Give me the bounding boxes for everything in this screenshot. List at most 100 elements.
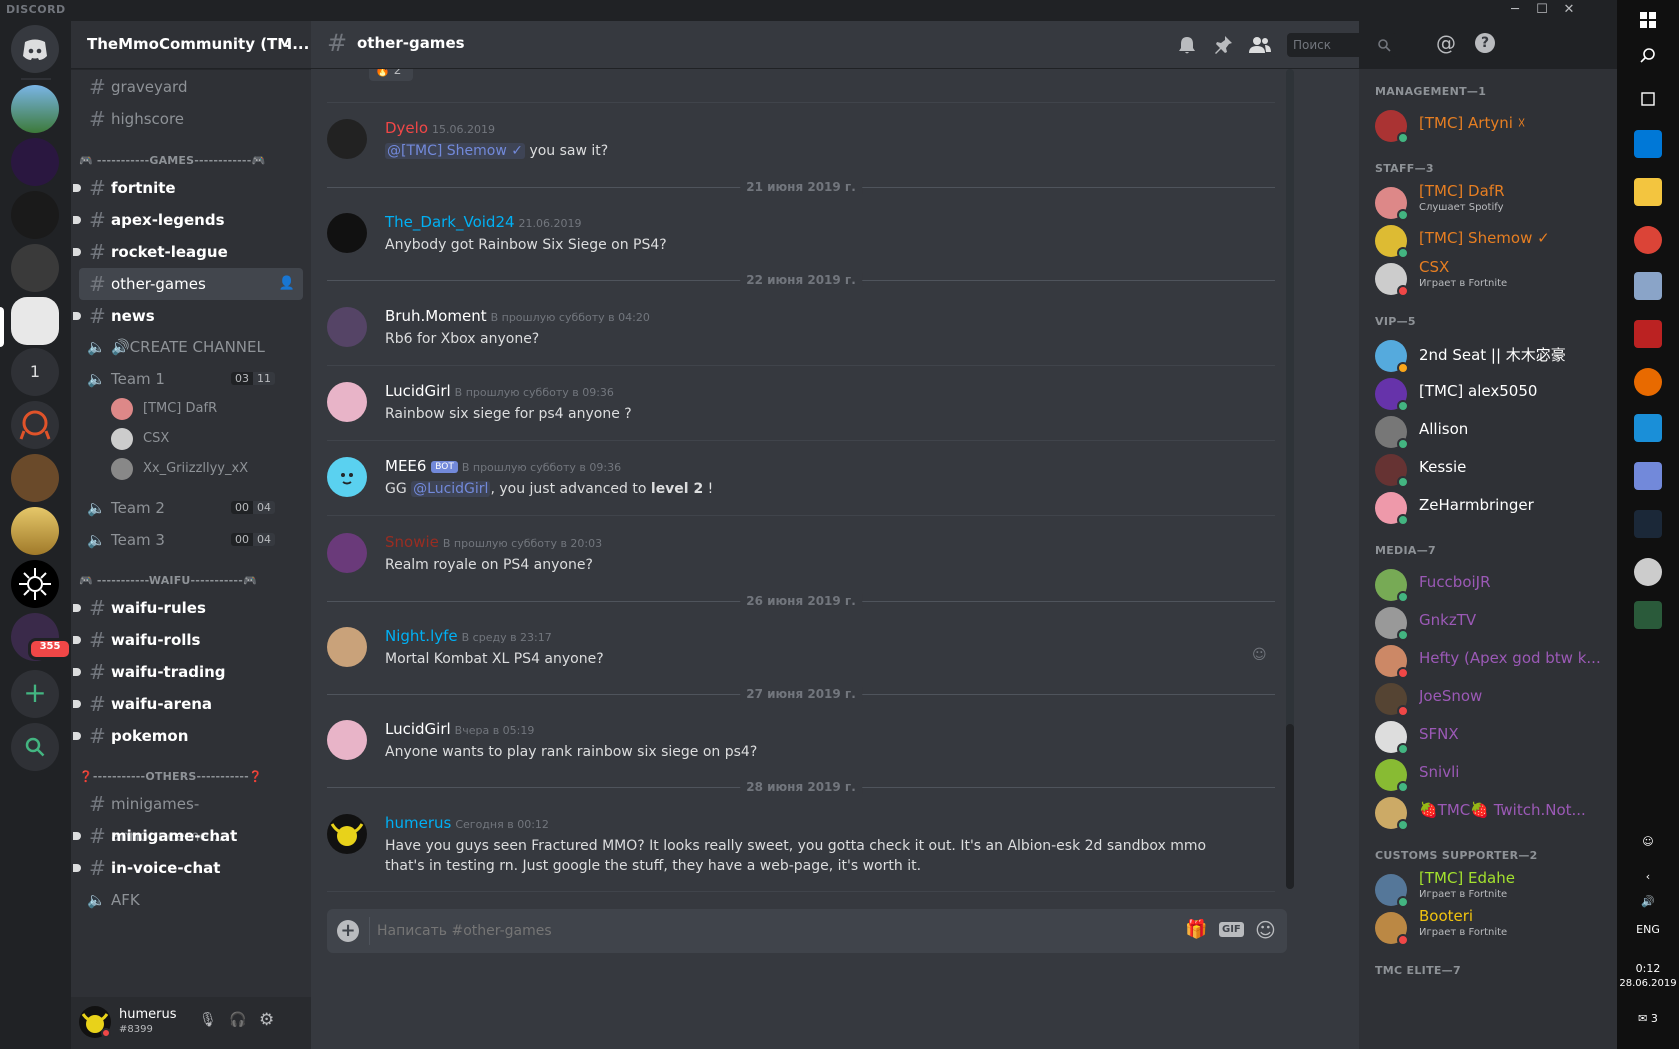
channel-waifu-trading[interactable]: # waifu-trading bbox=[73, 656, 303, 688]
avatar[interactable] bbox=[327, 457, 367, 497]
game-app-icon[interactable] bbox=[1634, 601, 1662, 629]
channel-fortnite[interactable]: # fortnite bbox=[73, 172, 303, 204]
voice-channel-team3[interactable]: 🔈 Team 3 00 04 bbox=[79, 524, 303, 556]
author-name[interactable]: MEE6 bbox=[385, 457, 426, 475]
author-name[interactable]: The_Dark_Void24 bbox=[385, 213, 515, 231]
member-row[interactable]: [TMC] Shemow ✓ bbox=[1375, 220, 1605, 262]
voice-user[interactable]: Xx_Griizzllyy_xX bbox=[111, 456, 248, 482]
member-row[interactable]: GnkzTV bbox=[1375, 602, 1605, 644]
edge-icon[interactable] bbox=[1634, 130, 1662, 158]
headphones-icon[interactable]: 🎧 bbox=[229, 1012, 246, 1028]
server-icon-orange[interactable] bbox=[11, 401, 59, 449]
channel-waifu-rolls[interactable]: # waifu-rolls bbox=[73, 624, 303, 656]
chrome-icon[interactable] bbox=[1634, 226, 1662, 254]
author-name[interactable]: humerus bbox=[385, 814, 451, 832]
voice-user[interactable]: [TMC] DafR bbox=[111, 396, 217, 422]
discord-taskbar-icon[interactable] bbox=[1634, 462, 1662, 490]
microphone-icon[interactable]: 🎙 bbox=[199, 1012, 217, 1028]
reaction[interactable]: 🔥 2 bbox=[369, 69, 413, 81]
avatar[interactable] bbox=[327, 307, 367, 347]
member-row[interactable]: SFNX bbox=[1375, 716, 1605, 758]
steam-icon[interactable] bbox=[1634, 510, 1662, 538]
explore-servers-button[interactable] bbox=[11, 723, 59, 771]
author-name[interactable]: LucidGirl bbox=[385, 382, 451, 400]
author-name[interactable]: Night.lyfe bbox=[385, 627, 458, 645]
avatar[interactable] bbox=[327, 382, 367, 422]
upload-plus-icon[interactable]: + bbox=[337, 920, 359, 942]
channel-other-games[interactable]: # other-games 👤 bbox=[79, 268, 303, 300]
member-row[interactable]: 🍓TMC🍓 Twitch.Not... bbox=[1375, 792, 1605, 834]
category-others[interactable]: ❓-----------OTHERS-----------❓ bbox=[79, 770, 263, 783]
search-input[interactable]: Поиск bbox=[1287, 33, 1397, 57]
channel-minigames-announcements[interactable]: # minigames-announceme... bbox=[79, 788, 303, 845]
voice-channel-team2[interactable]: 🔈 Team 2 00 04 bbox=[79, 492, 303, 524]
user-avatar[interactable] bbox=[79, 1006, 111, 1038]
maximize-button[interactable]: ☐ bbox=[1529, 0, 1555, 21]
microphone-app-icon[interactable] bbox=[1634, 368, 1662, 396]
channel-graveyard[interactable]: # graveyard bbox=[79, 71, 303, 103]
file-explorer-icon[interactable] bbox=[1634, 178, 1662, 206]
author-name[interactable]: Dyelo bbox=[385, 119, 428, 137]
member-row[interactable]: [TMC] Edahe Играет в Fortnite bbox=[1375, 869, 1605, 911]
avatar[interactable] bbox=[327, 720, 367, 760]
channel-minigame-chat[interactable]: # minigame-chat bbox=[73, 820, 303, 852]
member-row[interactable]: Booteri Играет в Fortnite bbox=[1375, 907, 1605, 949]
channel-apex-legends[interactable]: # apex-legends bbox=[73, 204, 303, 236]
author-name[interactable]: Bruh.Moment bbox=[385, 307, 487, 325]
wave-app-icon[interactable] bbox=[1634, 414, 1662, 442]
chevron-left-icon[interactable]: ‹ bbox=[1617, 870, 1679, 883]
server-icon-marvel[interactable] bbox=[11, 191, 59, 239]
voice-channel-afk[interactable]: 🔈 AFK bbox=[79, 884, 303, 916]
channel-in-voice-chat[interactable]: # in-voice-chat bbox=[73, 852, 303, 884]
home-button[interactable] bbox=[11, 25, 59, 73]
member-row[interactable]: Kessie bbox=[1375, 449, 1605, 491]
task-view-icon[interactable] bbox=[1634, 85, 1662, 113]
bell-icon[interactable] bbox=[1175, 33, 1199, 57]
minimize-button[interactable]: ─ bbox=[1502, 0, 1528, 21]
clock-time[interactable]: 0:12 bbox=[1617, 962, 1679, 975]
help-icon[interactable]: ? bbox=[1475, 33, 1495, 53]
voice-channel-create[interactable]: 🔈 🔊CREATE CHANNEL bbox=[79, 331, 303, 363]
member-row[interactable]: Snivli bbox=[1375, 754, 1605, 796]
avatar[interactable] bbox=[327, 119, 367, 159]
channel-pokemon[interactable]: # pokemon bbox=[73, 720, 303, 752]
channel-waifu-arena[interactable]: # waifu-arena bbox=[73, 688, 303, 720]
channel-waifu-rules[interactable]: # waifu-rules bbox=[73, 592, 303, 624]
voicemeeter-icon[interactable] bbox=[1634, 320, 1662, 348]
add-reaction-icon[interactable]: ☺ bbox=[1252, 647, 1267, 663]
close-button[interactable]: ✕ bbox=[1556, 0, 1582, 21]
pin-icon[interactable] bbox=[1211, 33, 1235, 57]
member-row[interactable]: 2nd Seat || 木木宓豪 bbox=[1375, 335, 1605, 377]
clock-date[interactable]: 28.06.2019 bbox=[1617, 978, 1679, 989]
channel-news[interactable]: # news bbox=[73, 300, 303, 332]
server-icon-landscape[interactable] bbox=[11, 85, 59, 133]
voice-user[interactable]: CSX bbox=[111, 426, 169, 452]
member-row[interactable]: [TMC] Artyni ☓ bbox=[1375, 105, 1605, 147]
member-row[interactable]: [TMC] DafR Слушает Spotify bbox=[1375, 182, 1605, 224]
member-row[interactable]: ZeHarmbringer bbox=[1375, 487, 1605, 529]
add-server-button[interactable]: + bbox=[11, 670, 59, 718]
avatar[interactable] bbox=[327, 213, 367, 253]
server-icon-star[interactable] bbox=[11, 560, 59, 608]
member-row[interactable]: FuccboiJR bbox=[1375, 564, 1605, 606]
member-row[interactable]: CSX Играет в Fortnite bbox=[1375, 258, 1605, 300]
server-icon-1[interactable]: 1 bbox=[11, 348, 59, 396]
message-input[interactable] bbox=[377, 920, 1117, 942]
app-circle-icon[interactable] bbox=[1634, 558, 1662, 586]
user-mention[interactable]: @LucidGirl bbox=[411, 481, 491, 497]
notification-icon[interactable]: ✉ 3 bbox=[1617, 1012, 1679, 1025]
invite-icon[interactable]: 👤 bbox=[279, 268, 295, 300]
mentions-icon[interactable]: @ bbox=[1436, 31, 1456, 55]
language-indicator[interactable]: ENG bbox=[1617, 923, 1679, 936]
author-name[interactable]: LucidGirl bbox=[385, 720, 451, 738]
server-icon-desert[interactable] bbox=[11, 507, 59, 555]
gif-button[interactable]: GIF bbox=[1219, 922, 1244, 937]
server-icon-fantasy[interactable] bbox=[11, 454, 59, 502]
people-icon[interactable]: ☺ bbox=[1617, 835, 1679, 848]
windows-start-icon[interactable] bbox=[1634, 5, 1662, 33]
app-icon[interactable] bbox=[1634, 272, 1662, 300]
server-header[interactable]: TheMmoCommunity (TM... ⌄ bbox=[71, 21, 311, 69]
member-row[interactable]: Allison bbox=[1375, 411, 1605, 453]
avatar[interactable] bbox=[327, 627, 367, 667]
avatar[interactable] bbox=[327, 533, 367, 573]
